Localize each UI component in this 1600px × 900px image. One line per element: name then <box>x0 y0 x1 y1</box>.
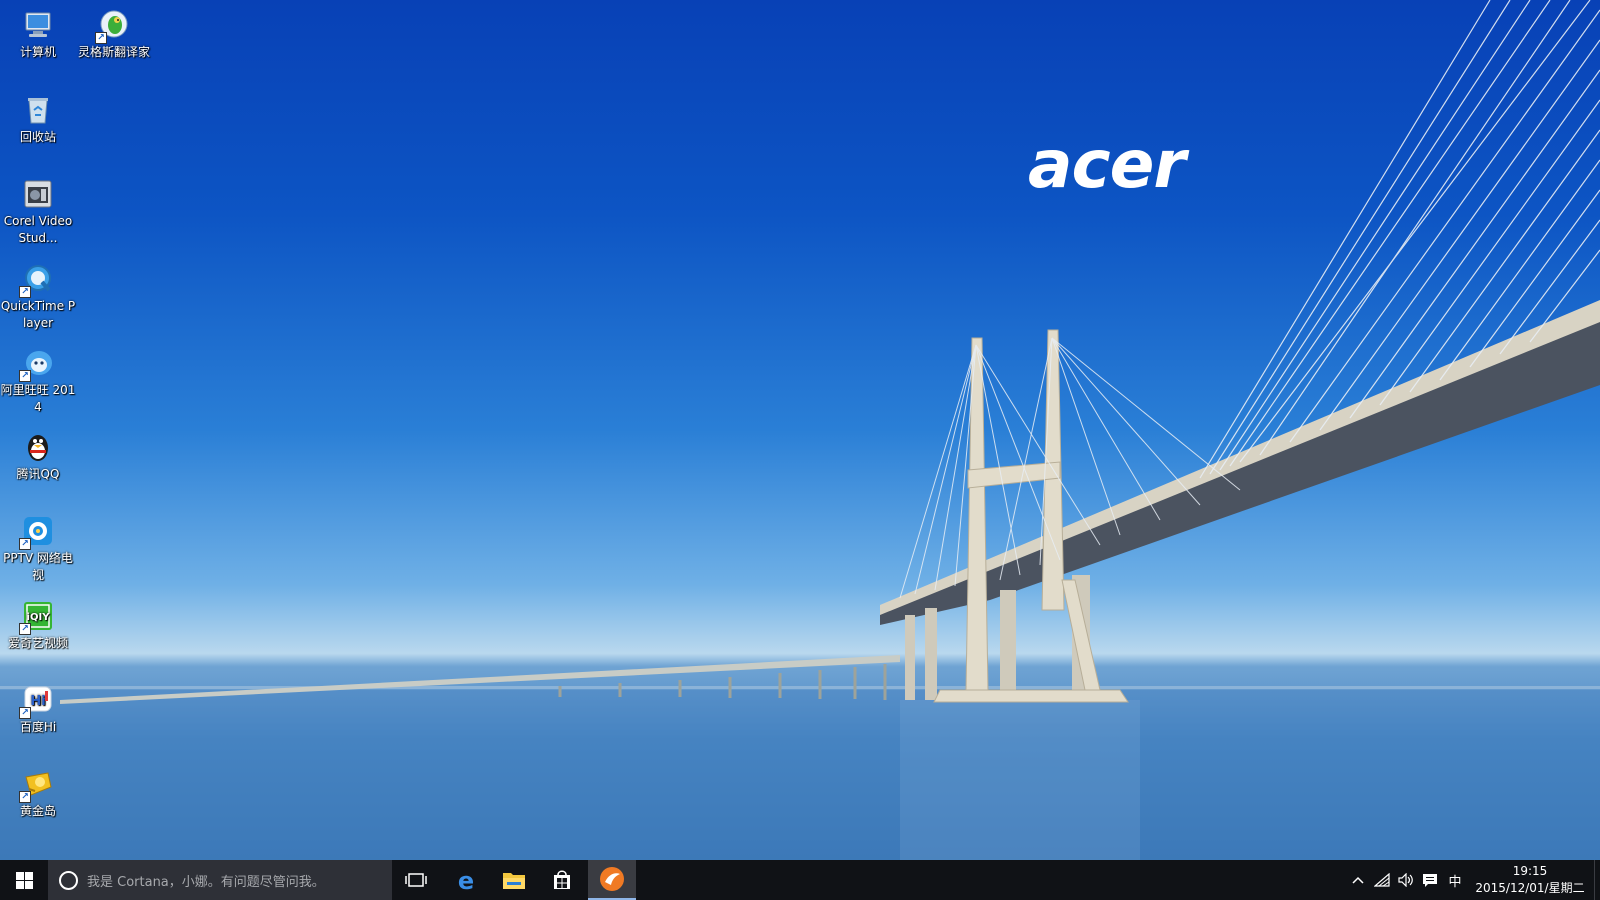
edge-button[interactable]: e <box>442 860 490 900</box>
store-icon <box>554 870 570 889</box>
huangjindao-icon: ↗ <box>19 767 55 803</box>
desktop-icon-label: 计算机 <box>19 45 56 59</box>
lingoes-parrot-icon: ↗ <box>95 8 131 44</box>
tray-volume-button[interactable] <box>1394 860 1418 900</box>
tray-show-hidden-button[interactable] <box>1346 860 1370 900</box>
cortana-icon <box>59 870 78 890</box>
desktop-icon-qq[interactable]: 腾讯QQ <box>0 430 76 483</box>
clock-time: 19:15 <box>1512 864 1548 878</box>
store-button[interactable] <box>538 860 586 900</box>
search-placeholder: 我是 Cortana，小娜。有问题尽管问我。 <box>87 874 325 890</box>
pptv-icon: ↗ <box>19 514 55 550</box>
quicktime-icon: ↗ <box>19 262 55 298</box>
desktop-icon-label: Corel VideoStud... <box>3 214 73 245</box>
aliwangwang-icon: ↗ <box>19 346 55 382</box>
taskbar: 我是 Cortana，小娜。有问题尽管问我。 e 中 19:15 2015/12… <box>0 860 1600 900</box>
desktop-icon-huangjindao[interactable]: ↗ 黄金岛 <box>0 767 76 820</box>
tray-network-button[interactable] <box>1370 860 1394 900</box>
chevron-up-icon <box>1352 876 1364 884</box>
desktop-icon-pptv[interactable]: ↗ PPTV 网络电视 <box>0 514 76 584</box>
desktop-icon-label: 阿里旺旺 2014 <box>0 383 76 414</box>
iqiyi-icon: iQIY ↗ <box>19 599 55 635</box>
desktop-icon-label: 灵格斯翻译家 <box>77 45 150 59</box>
windows-logo-icon <box>15 871 33 889</box>
edge-icon: e <box>458 868 474 892</box>
desktop-icon-computer[interactable]: 计算机 <box>0 8 76 61</box>
tray-action-center-button[interactable] <box>1418 860 1442 900</box>
cortana-search-box[interactable]: 我是 Cortana，小娜。有问题尽管问我。 <box>48 860 392 900</box>
qq-penguin-icon <box>21 430 55 464</box>
desktop-icon-corel-videostudio[interactable]: Corel VideoStud... <box>0 177 76 247</box>
desktop-icon-iqiyi[interactable]: iQIY ↗ 爱奇艺视频 <box>0 599 76 652</box>
network-icon <box>1374 873 1390 887</box>
tray-clock[interactable]: 19:15 2015/12/01/星期二 <box>1470 863 1590 897</box>
show-desktop-button[interactable] <box>1594 860 1600 900</box>
desktop[interactable]: acer 计算机 ↗ 灵格斯翻译家 回收站 Corel VideoStud...… <box>0 0 1600 860</box>
desktop-icon-lingoes[interactable]: ↗ 灵格斯翻译家 <box>76 8 152 61</box>
corel-videostudio-icon <box>21 177 55 211</box>
svg-text:iQIY: iQIY <box>27 612 51 623</box>
desktop-icon-recycle-bin[interactable]: 回收站 <box>0 93 76 146</box>
file-explorer-icon <box>503 873 525 889</box>
svg-text:Hi: Hi <box>30 694 45 709</box>
desktop-icon-label: 腾讯QQ <box>16 467 60 481</box>
active-app-button[interactable] <box>588 860 636 900</box>
tray-ime-button[interactable]: 中 <box>1444 860 1466 900</box>
acer-logo: acer <box>1028 126 1186 203</box>
active-app-icon <box>600 867 624 891</box>
clock-date: 2015/12/01/星期二 <box>1475 881 1585 895</box>
desktop-icon-baidu-hi[interactable]: Hi ↗ 百度Hi <box>0 683 76 736</box>
task-view-button[interactable] <box>392 860 440 900</box>
start-button[interactable] <box>0 860 48 900</box>
desktop-icon-aliwangwang[interactable]: ↗ 阿里旺旺 2014 <box>0 346 76 416</box>
task-view-icon <box>405 873 427 887</box>
recycle-bin-icon <box>21 93 55 127</box>
desktop-icon-label: 爱奇艺视频 <box>7 636 68 650</box>
desktop-icon-label: QuickTime Player <box>0 299 76 330</box>
desktop-icon-label: PPTV 网络电视 <box>3 551 73 582</box>
baidu-hi-icon: Hi ↗ <box>19 683 55 719</box>
volume-icon <box>1398 873 1413 887</box>
wallpaper-bridge <box>0 0 1600 860</box>
desktop-icon-label: 回收站 <box>19 130 56 144</box>
svg-text:e: e <box>458 868 474 892</box>
desktop-icon-label: 百度Hi <box>19 720 57 734</box>
action-center-icon <box>1423 873 1437 887</box>
computer-icon <box>21 8 55 42</box>
desktop-icon-label: 黄金岛 <box>19 804 56 818</box>
file-explorer-button[interactable] <box>490 860 538 900</box>
desktop-icon-quicktime[interactable]: ↗ QuickTime Player <box>0 262 76 332</box>
